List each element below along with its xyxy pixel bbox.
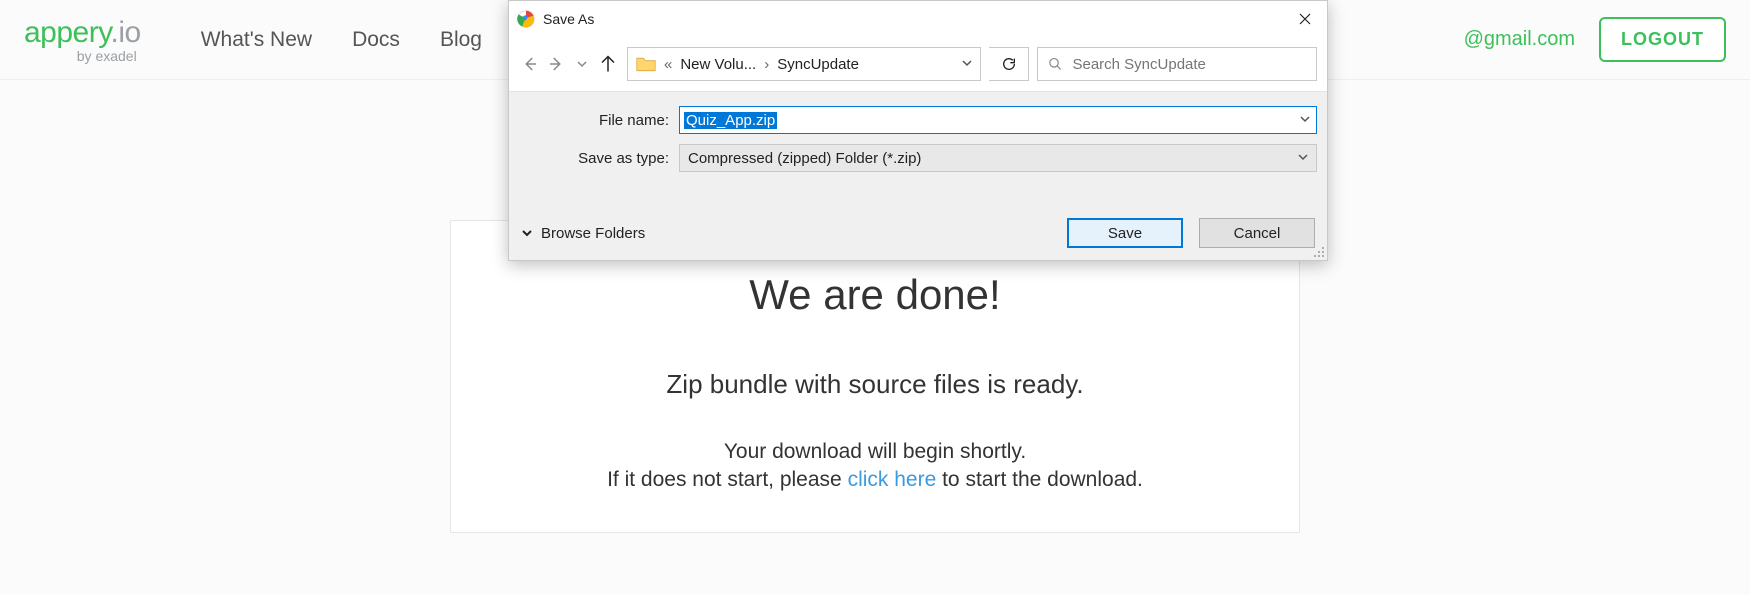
user-email[interactable]: @gmail.com <box>1464 28 1575 51</box>
bundle-ready-text: Zip bundle with source files is ready. <box>481 369 1269 400</box>
filename-input[interactable]: Quiz_App.zip <box>679 106 1317 134</box>
dialog-title: Save As <box>543 11 594 27</box>
browse-folders-label: Browse Folders <box>541 225 645 242</box>
forward-button[interactable] <box>545 53 567 75</box>
save-type-value: Compressed (zipped) Folder (*.zip) <box>688 150 921 167</box>
nav-docs[interactable]: Docs <box>352 28 400 52</box>
download-fallback-line: If it does not start, please click here … <box>481 468 1269 492</box>
top-nav: What's New Docs Blog <box>201 28 482 52</box>
chrome-icon <box>517 10 535 28</box>
filename-value: Quiz_App.zip <box>684 112 777 129</box>
breadcrumb-folder[interactable]: SyncUpdate <box>777 56 859 73</box>
breadcrumb-dropdown[interactable] <box>962 58 972 71</box>
chevron-down-icon <box>521 227 533 239</box>
dialog-button-row: Browse Folders Save Cancel <box>509 188 1327 260</box>
search-box[interactable] <box>1037 47 1317 81</box>
breadcrumb-truncated: « <box>664 56 672 73</box>
dialog-form-area: File name: Quiz_App.zip Save as type: Co… <box>509 92 1327 188</box>
filename-dropdown[interactable] <box>1300 114 1310 127</box>
click-here-link[interactable]: click here <box>848 468 937 491</box>
chevron-right-icon: › <box>764 56 769 73</box>
arrow-right-icon <box>547 55 565 73</box>
logo-text-grey: .io <box>111 16 141 49</box>
refresh-icon <box>1001 56 1017 72</box>
cancel-button[interactable]: Cancel <box>1199 218 1315 248</box>
filename-label: File name: <box>519 112 679 129</box>
fallback-pre: If it does not start, please <box>607 468 847 491</box>
chevron-down-icon <box>1298 152 1308 162</box>
recent-dropdown[interactable] <box>571 53 593 75</box>
dialog-titlebar[interactable]: Save As <box>509 1 1327 37</box>
arrow-left-icon <box>521 55 539 73</box>
save-button[interactable]: Save <box>1067 218 1183 248</box>
up-button[interactable] <box>597 53 619 75</box>
breadcrumb-volume[interactable]: New Volu... <box>680 56 756 73</box>
download-card: We are done! Zip bundle with source file… <box>450 220 1300 533</box>
dialog-toolbar: « New Volu... › SyncUpdate <box>509 37 1327 92</box>
close-button[interactable] <box>1283 1 1327 37</box>
search-input[interactable] <box>1072 56 1306 73</box>
fallback-post: to start the download. <box>936 468 1143 491</box>
resize-grip-icon[interactable] <box>1313 246 1325 258</box>
done-title: We are done! <box>481 271 1269 319</box>
browse-folders-toggle[interactable]: Browse Folders <box>521 225 645 242</box>
breadcrumb-bar[interactable]: « New Volu... › SyncUpdate <box>627 47 981 81</box>
arrow-up-icon <box>599 55 617 73</box>
chevron-down-icon <box>962 58 972 68</box>
logo-byline: by exadel <box>77 48 137 64</box>
nav-whats-new[interactable]: What's New <box>201 28 312 52</box>
logo-text-green: appery <box>24 16 111 49</box>
logout-button[interactable]: LOGOUT <box>1599 17 1726 62</box>
chevron-down-icon <box>1300 114 1310 124</box>
folder-icon <box>636 55 656 73</box>
refresh-button[interactable] <box>989 47 1029 81</box>
logo[interactable]: appery.io by exadel <box>24 16 141 64</box>
type-dropdown[interactable] <box>1298 152 1308 165</box>
search-icon <box>1048 56 1062 72</box>
chevron-down-icon <box>577 59 587 69</box>
download-shortly-text: Your download will begin shortly. <box>481 440 1269 464</box>
save-as-dialog: Save As « New Volu... › SyncUpdate <box>508 0 1328 261</box>
save-type-label: Save as type: <box>519 150 679 167</box>
back-button[interactable] <box>519 53 541 75</box>
close-icon <box>1299 13 1311 25</box>
nav-blog[interactable]: Blog <box>440 28 482 52</box>
save-type-select[interactable]: Compressed (zipped) Folder (*.zip) <box>679 144 1317 172</box>
